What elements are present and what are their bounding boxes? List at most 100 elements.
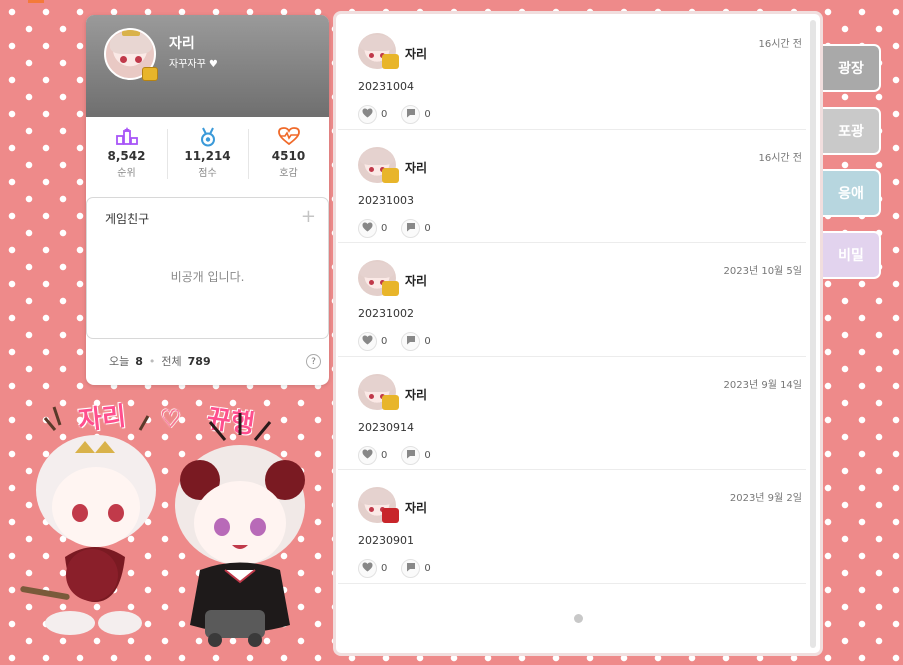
comment-icon bbox=[406, 449, 416, 462]
like-count: 0 bbox=[381, 336, 388, 347]
comment-icon bbox=[406, 108, 416, 121]
comment-icon bbox=[406, 222, 416, 235]
post-timestamp: 16시간 전 bbox=[758, 39, 802, 50]
comment-icon bbox=[406, 335, 416, 348]
post-text: 20231002 bbox=[358, 307, 414, 320]
stat-rank-label: 순위 bbox=[117, 168, 136, 179]
post-text: 20230901 bbox=[358, 534, 414, 547]
post-actions: 0 0 bbox=[358, 105, 441, 124]
level-badge-icon bbox=[382, 54, 399, 69]
heart-icon: ♥ bbox=[208, 59, 218, 70]
visit-counter: 오늘 8 • 전체 789 bbox=[109, 353, 211, 369]
like-count: 0 bbox=[381, 222, 388, 234]
feed-scrollbar[interactable] bbox=[810, 20, 816, 648]
profile-name: 자리 bbox=[169, 36, 195, 52]
post-actions: 0 0 bbox=[358, 218, 441, 238]
heart-icon bbox=[362, 449, 373, 462]
stat-rank-value: 8,542 bbox=[107, 149, 146, 163]
level-badge-icon bbox=[142, 67, 158, 81]
comment-button[interactable] bbox=[401, 445, 421, 465]
post-timestamp: 2023년 9월 14일 bbox=[723, 379, 803, 391]
side-tab[interactable]: 응애 bbox=[823, 169, 881, 217]
podium-icon bbox=[86, 127, 167, 147]
post-timestamp: 2023년 10월 5일 bbox=[723, 266, 803, 277]
visits-total-label: 전체 bbox=[161, 355, 182, 368]
comment-count: 0 bbox=[424, 109, 431, 120]
post-author[interactable]: 자리 bbox=[405, 272, 427, 289]
post-timestamp: 2023년 9월 2일 bbox=[729, 493, 802, 504]
stat-score[interactable]: 11,214 점수 bbox=[167, 127, 248, 189]
stat-score-label: 점수 bbox=[198, 168, 217, 179]
comment-button[interactable] bbox=[401, 218, 421, 238]
game-friends-title: 게임친구 bbox=[105, 212, 150, 226]
heart-icon bbox=[362, 222, 373, 235]
heart-icon bbox=[362, 335, 373, 348]
post-text: 20231004 bbox=[358, 80, 414, 93]
post-author[interactable]: 자리 bbox=[405, 45, 427, 62]
stat-favor-label: 호감 bbox=[279, 168, 298, 179]
level-badge-icon bbox=[382, 508, 399, 523]
friends-private-message: 비공개 입니다. bbox=[170, 270, 245, 284]
feed-post[interactable]: 자리 16시간 전 20231004 0 0 bbox=[338, 16, 806, 130]
heart-pulse-icon bbox=[248, 127, 329, 147]
post-author[interactable]: 자리 bbox=[405, 499, 427, 516]
like-button[interactable] bbox=[358, 445, 377, 465]
visits-total-value: 789 bbox=[187, 354, 211, 368]
comment-icon bbox=[406, 562, 416, 575]
feed-list[interactable]: 자리 16시간 전 20231004 0 0 자리 16시간 전 2023100… bbox=[338, 16, 806, 651]
like-count: 0 bbox=[381, 109, 388, 120]
comment-count: 0 bbox=[424, 563, 431, 574]
comment-button[interactable] bbox=[401, 105, 421, 124]
post-text: 20230914 bbox=[358, 420, 414, 434]
feed-post[interactable]: 자리 2023년 9월 2일 20230901 0 0 bbox=[338, 470, 806, 584]
profile-stats: 8,542 순위 11,214 점수 4510 호감 bbox=[86, 117, 329, 189]
level-badge-icon bbox=[382, 167, 399, 183]
help-icon[interactable]: ? bbox=[306, 354, 321, 369]
feed-post[interactable]: 자리 2023년 9월 14일 20230914 0 0 bbox=[338, 357, 806, 470]
visits-today-value: 8 bbox=[135, 354, 143, 368]
heart-icon bbox=[362, 108, 373, 121]
comment-count: 0 bbox=[424, 449, 431, 461]
top-accent-bar bbox=[28, 0, 44, 3]
post-actions: 0 0 bbox=[358, 445, 441, 465]
post-author[interactable]: 자리 bbox=[405, 386, 427, 403]
post-actions: 0 0 bbox=[358, 332, 441, 351]
chibi-characters-image bbox=[20, 406, 305, 647]
profile-subtitle: 자꾸자꾸 ♥ bbox=[169, 55, 218, 70]
feed-post[interactable]: 자리 2023년 10월 5일 20231002 0 0 bbox=[338, 243, 806, 357]
medal-icon bbox=[167, 127, 248, 147]
side-tab[interactable]: 광장 bbox=[823, 44, 881, 92]
level-badge-icon bbox=[382, 281, 399, 296]
side-tab[interactable]: 비밀 bbox=[823, 231, 881, 279]
post-author[interactable]: 자리 bbox=[405, 159, 427, 176]
like-count: 0 bbox=[381, 563, 388, 574]
like-button[interactable] bbox=[358, 218, 377, 238]
like-count: 0 bbox=[381, 449, 388, 461]
crown-icon bbox=[122, 30, 140, 36]
pagination-dot[interactable] bbox=[574, 614, 583, 623]
stat-rank[interactable]: 8,542 순위 bbox=[86, 127, 167, 189]
post-timestamp: 16시간 전 bbox=[758, 152, 802, 164]
feed-post[interactable]: 자리 16시간 전 20231003 0 0 bbox=[338, 130, 806, 243]
profile-card: 자리 자꾸자꾸 ♥ 8,542 순위 11,214 점수 4510 호감 게임친… bbox=[86, 15, 329, 385]
like-button[interactable] bbox=[358, 332, 377, 351]
like-button[interactable] bbox=[358, 559, 377, 578]
like-button[interactable] bbox=[358, 105, 377, 124]
character-illustration: 자리 ♡ 뀨행 bbox=[0, 395, 330, 665]
stat-favor[interactable]: 4510 호감 bbox=[248, 127, 329, 189]
add-friend-button[interactable]: + bbox=[301, 206, 316, 227]
post-text: 20231003 bbox=[358, 193, 414, 207]
visits-today-label: 오늘 bbox=[109, 355, 130, 368]
comment-count: 0 bbox=[424, 222, 431, 234]
comment-button[interactable] bbox=[401, 332, 421, 351]
stat-favor-value: 4510 bbox=[271, 149, 306, 163]
stat-score-value: 11,214 bbox=[184, 149, 231, 163]
profile-header: 자리 자꾸자꾸 ♥ bbox=[86, 15, 329, 117]
game-friends-box: 게임친구 + 비공개 입니다. bbox=[86, 197, 329, 339]
heart-icon bbox=[362, 562, 373, 575]
feed-panel: 자리 16시간 전 20231004 0 0 자리 16시간 전 2023100… bbox=[333, 11, 823, 656]
post-actions: 0 0 bbox=[358, 559, 441, 578]
side-tab[interactable]: 포광 bbox=[823, 107, 881, 155]
comment-button[interactable] bbox=[401, 559, 421, 578]
level-badge-icon bbox=[382, 394, 399, 410]
